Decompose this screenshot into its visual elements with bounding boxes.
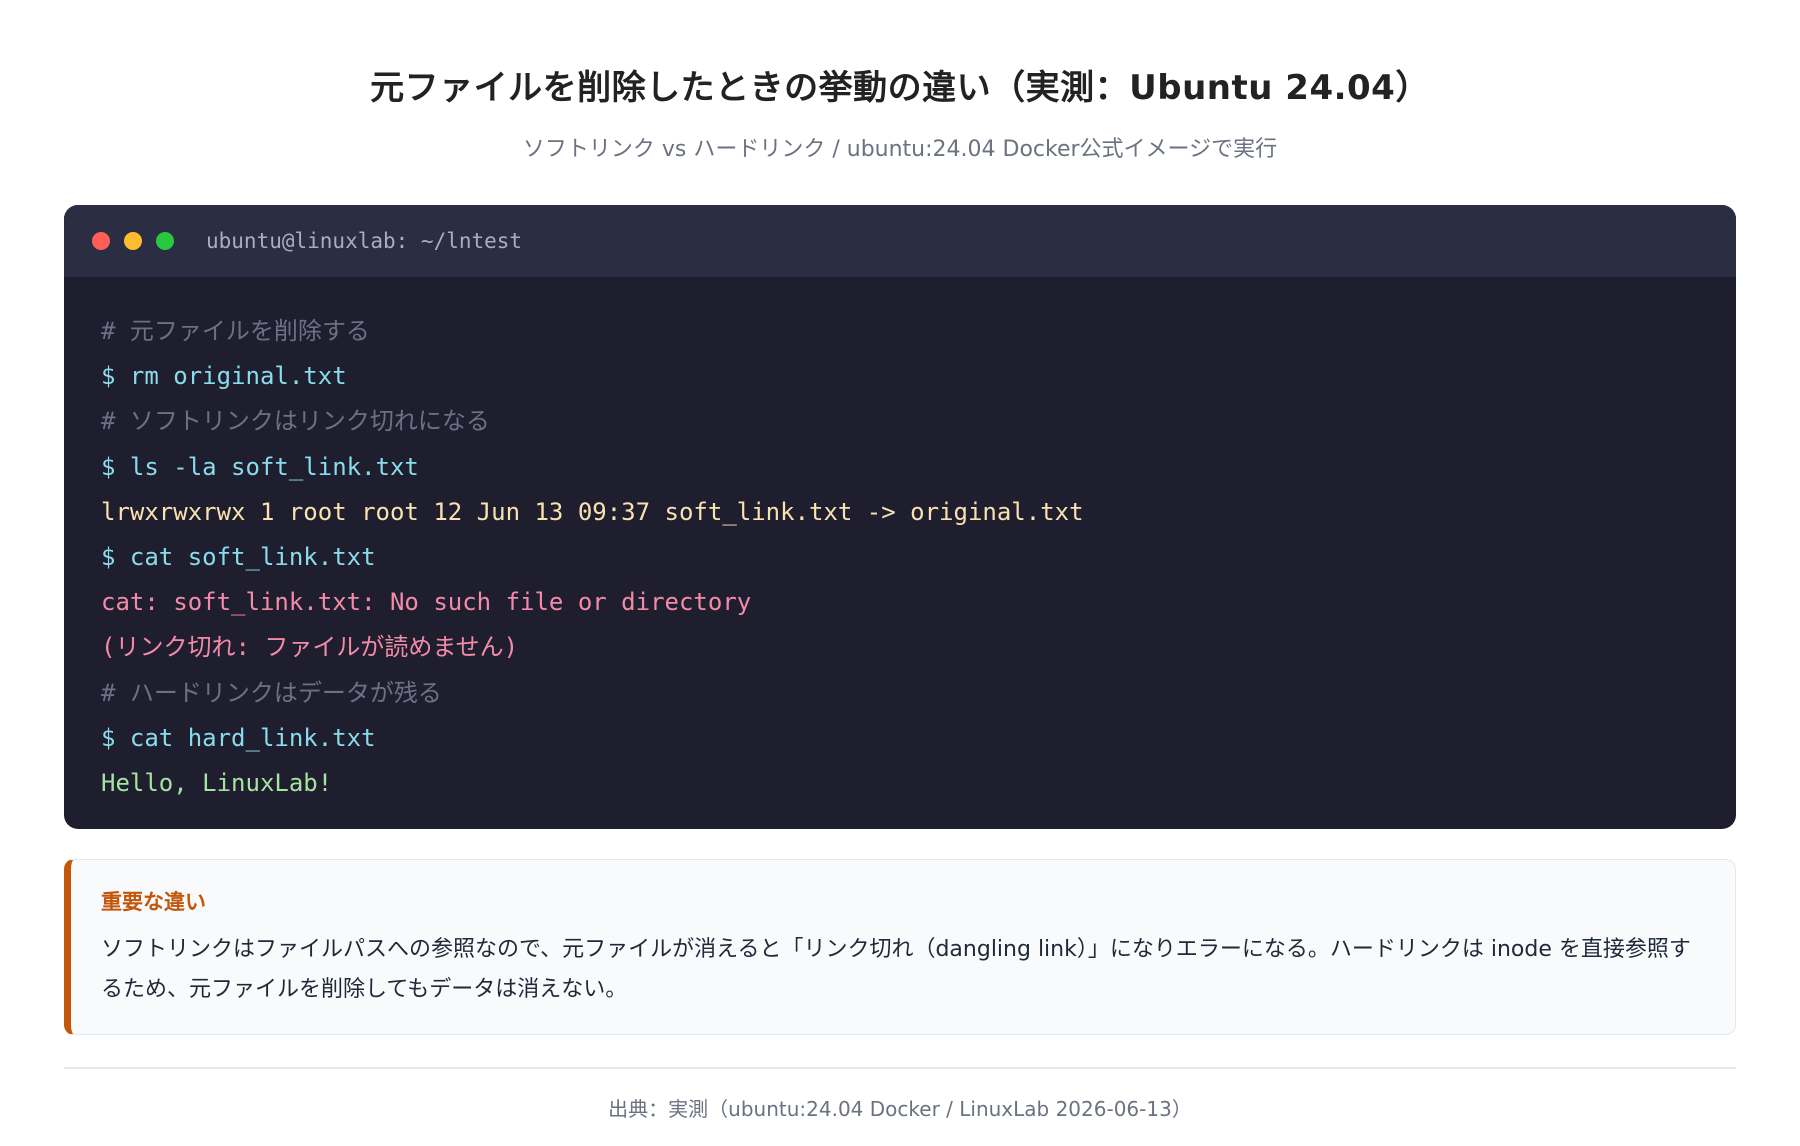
terminal-line: $ cat soft_link.txt — [101, 542, 376, 571]
terminal-title-bar: ubuntu@linuxlab: ~/lntest — [64, 205, 1736, 277]
terminal-line: lrwxrwxrwx 1 root root 12 Jun 13 09:37 s… — [101, 497, 1084, 526]
page: 元ファイルを削除したときの挙動の違い（実測：Ubuntu 24.04） ソフトリ… — [0, 0, 1800, 1146]
terminal-window: ubuntu@linuxlab: ~/lntest # 元ファイルを削除する $… — [64, 205, 1736, 829]
close-window-dot-icon[interactable] — [92, 232, 110, 250]
terminal-output[interactable]: # 元ファイルを削除する $ rm original.txt # ソフトリンクは… — [64, 277, 1736, 806]
minimize-window-dot-icon[interactable] — [124, 232, 142, 250]
terminal-line: $ cat hard_link.txt — [101, 723, 376, 752]
important-difference-note: 重要な違い ソフトリンクはファイルパスへの参照なので、元ファイルが消えると「リン… — [64, 859, 1736, 1035]
terminal-line: # 元ファイルを削除する — [101, 317, 370, 345]
terminal-line: $ ls -la soft_link.txt — [101, 452, 419, 481]
source-citation: 出典：実測（ubuntu:24.04 Docker / LinuxLab 202… — [608, 1096, 1192, 1121]
terminal-line: cat: soft_link.txt: No such file or dire… — [101, 588, 752, 617]
terminal-line: Hello, LinuxLab! — [101, 768, 333, 797]
note-heading: 重要な違い — [101, 890, 206, 914]
page-subtitle: ソフトリンク vs ハードリンク / ubuntu:24.04 Docker公式… — [522, 137, 1278, 162]
terminal-line: (リンク切れ: ファイルが読めません) — [101, 633, 519, 662]
terminal-title: ubuntu@linuxlab: ~/lntest — [206, 229, 523, 253]
note-text: ソフトリンクはファイルパスへの参照なので、元ファイルが消えると「リンク切れ（da… — [101, 937, 1691, 1002]
terminal-line: # ハードリンクはデータが残る — [101, 678, 442, 707]
terminal-line: # ソフトリンクはリンク切れになる — [101, 407, 490, 436]
page-title: 元ファイルを削除したときの挙動の違い（実測：Ubuntu 24.04） — [370, 68, 1430, 108]
terminal-line: $ rm original.txt — [101, 362, 347, 391]
footer-divider — [64, 1067, 1736, 1069]
maximize-window-dot-icon[interactable] — [156, 232, 174, 250]
